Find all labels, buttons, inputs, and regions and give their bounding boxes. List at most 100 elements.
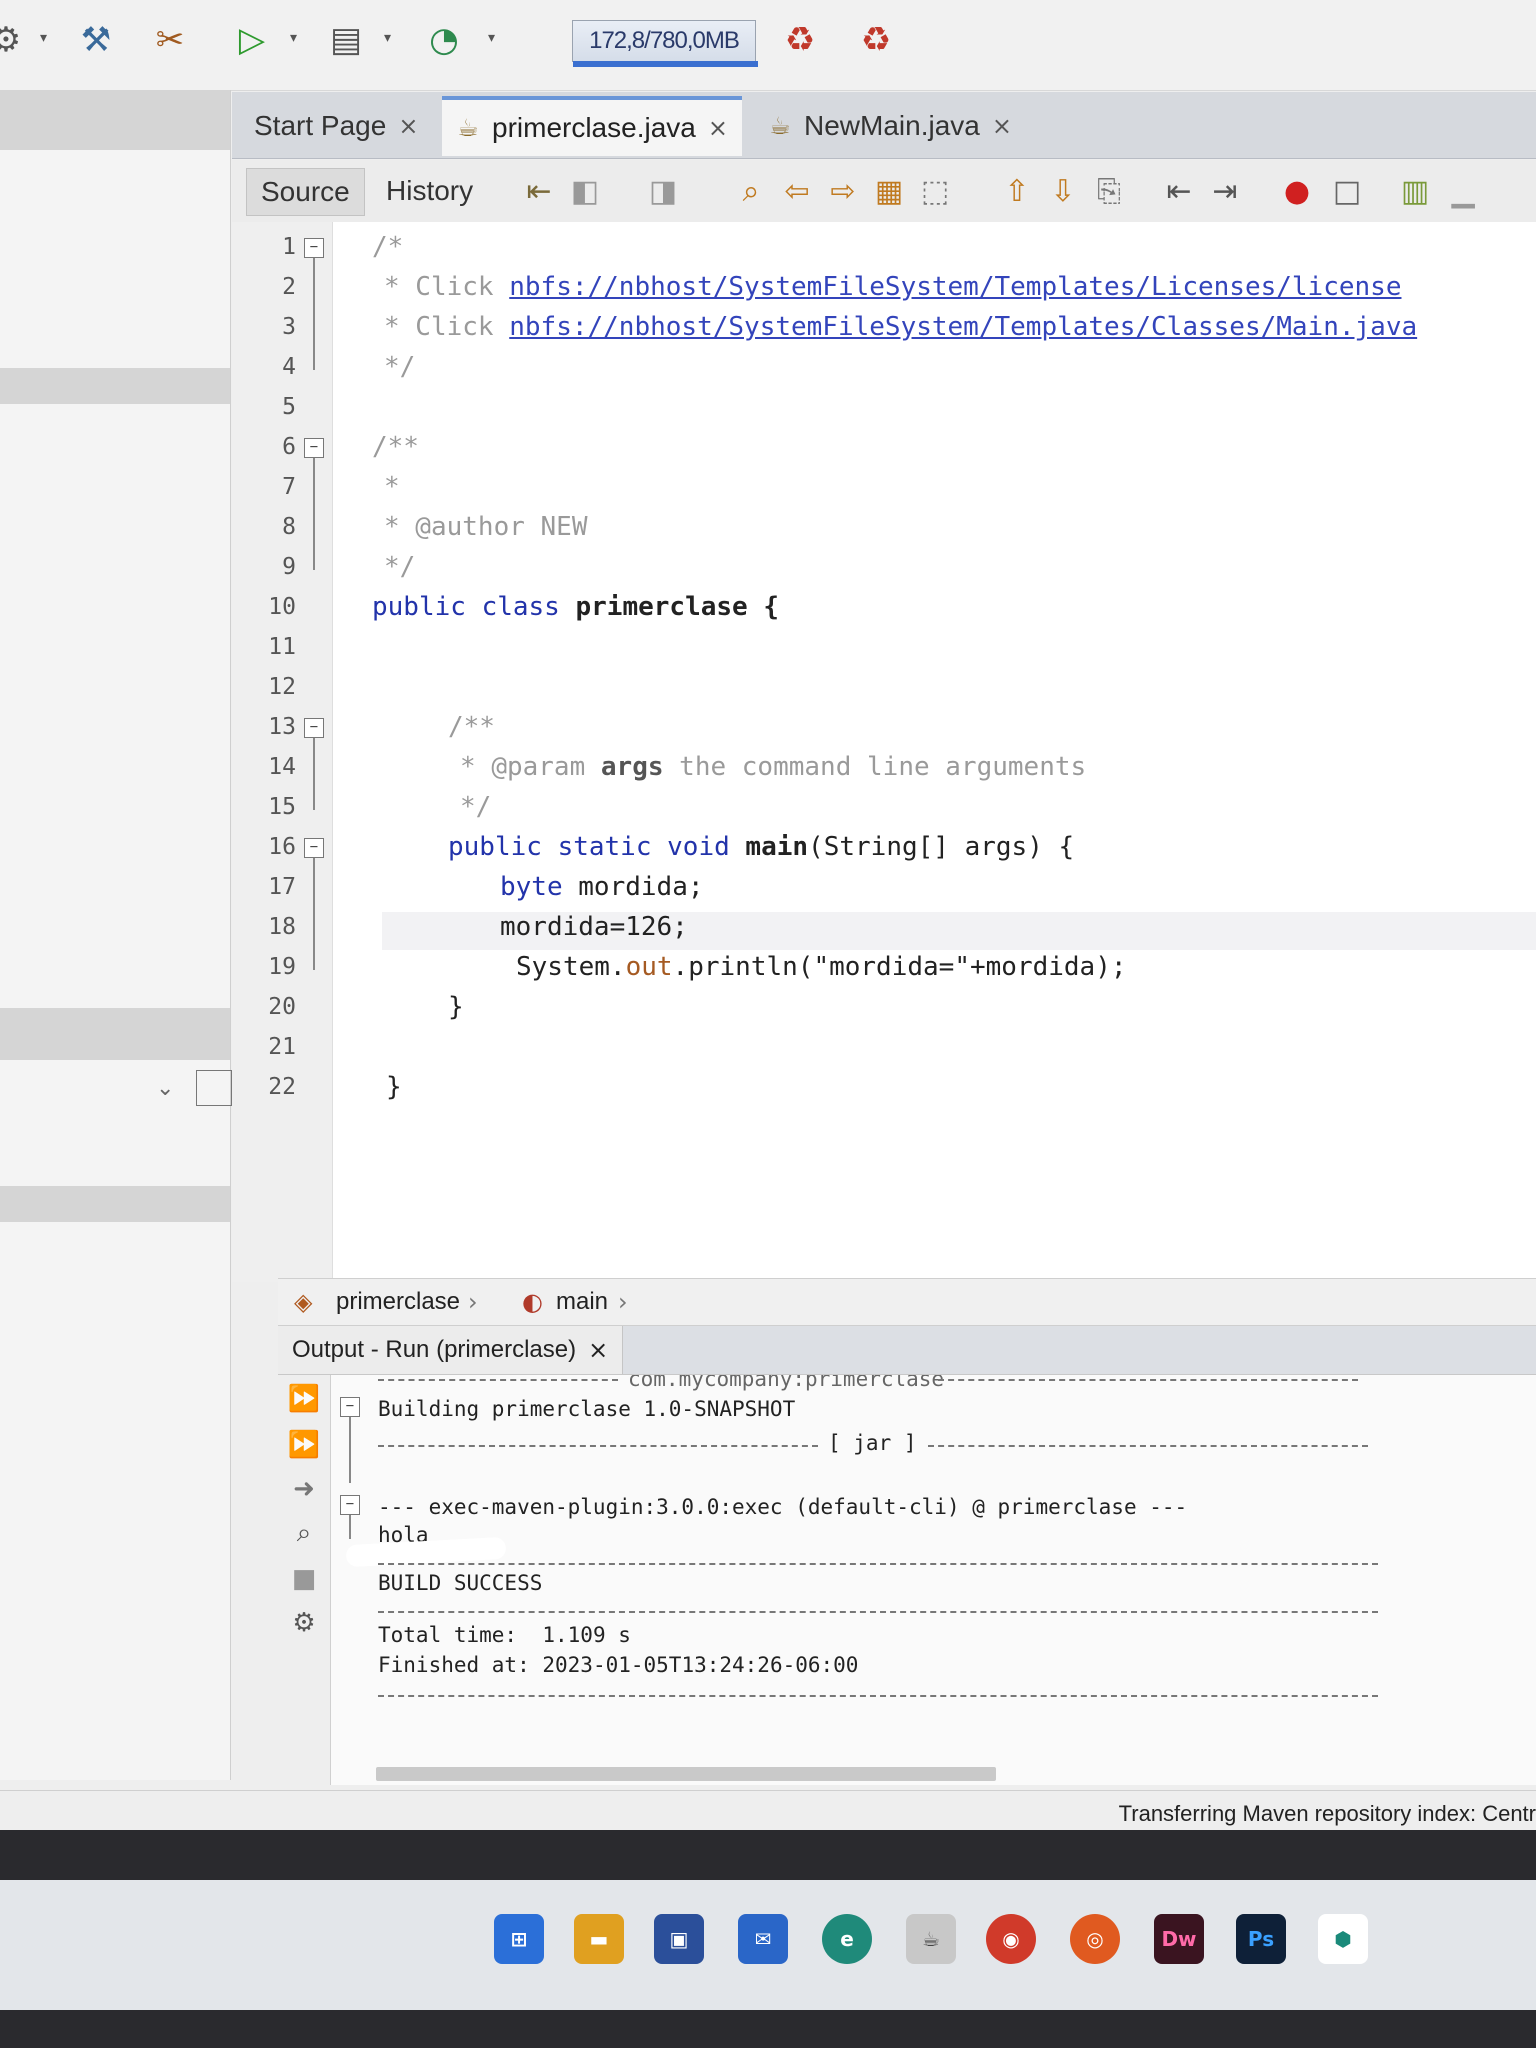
- fold-line: [313, 738, 315, 810]
- line-number: 6: [282, 434, 296, 460]
- toggle-highlight-icon[interactable]: ▦: [870, 172, 908, 210]
- fold-toggle[interactable]: −: [304, 838, 324, 858]
- code-text: +mordida);: [969, 952, 1127, 982]
- output-line: Building primerclase 1.0-SNAPSHOT: [378, 1397, 796, 1421]
- close-icon[interactable]: ×: [992, 112, 1012, 140]
- clean-icon[interactable]: ✂: [146, 16, 194, 64]
- gc2-icon[interactable]: ♻: [852, 16, 900, 64]
- chevron-down-icon[interactable]: ▾: [290, 30, 297, 46]
- settings-icon[interactable]: ⚙: [288, 1607, 320, 1639]
- history-tab[interactable]: History: [372, 168, 487, 214]
- clean-build-icon[interactable]: ⚙: [0, 16, 30, 64]
- fold-toggle[interactable]: −: [304, 718, 324, 738]
- arrow-right-icon[interactable]: ➜: [288, 1473, 320, 1505]
- line-number: 11: [268, 634, 296, 660]
- forward-icon[interactable]: ◨: [644, 172, 682, 210]
- output-tab-label: Output - Run (primerclase): [292, 1336, 577, 1363]
- store-icon[interactable]: ▣: [654, 1914, 704, 1964]
- toggle-bookmark-icon[interactable]: ⎘: [1090, 172, 1128, 210]
- netbeans-file-icon[interactable]: ☕: [906, 1914, 956, 1964]
- chevron-down-icon[interactable]: ⌄: [156, 1076, 174, 1101]
- comment-icon[interactable]: ▥: [1396, 172, 1434, 210]
- build-icon[interactable]: ⚒: [72, 16, 120, 64]
- memory-indicator[interactable]: 172,8/780,0MB: [572, 20, 758, 67]
- separator: [378, 1445, 818, 1447]
- close-icon[interactable]: ×: [398, 112, 418, 140]
- profile-icon[interactable]: ◔: [420, 16, 468, 64]
- line-number: 19: [268, 954, 296, 980]
- separator: [938, 1379, 1358, 1381]
- code-line: * Click nbfs://nbhost/SystemFileSystem/T…: [384, 312, 1417, 342]
- breadcrumb-method[interactable]: main: [556, 1288, 608, 1316]
- comment-text: * Click: [384, 312, 510, 342]
- chrome-icon[interactable]: ◉: [986, 1914, 1036, 1964]
- output-line: [ jar ]: [828, 1431, 917, 1455]
- find-previous-icon[interactable]: ⇦: [778, 172, 816, 210]
- code-text: (String[] args) {: [808, 832, 1075, 862]
- template-link[interactable]: nbfs://nbhost/SystemFileSystem/Templates…: [509, 312, 1417, 342]
- dreamweaver-icon[interactable]: Dw: [1154, 1914, 1204, 1964]
- chevron-down-icon[interactable]: ▾: [488, 30, 495, 46]
- next-bookmark-icon[interactable]: ⇩: [1044, 172, 1082, 210]
- output-panel[interactable]: ⏩ ⏩ ➜ ⌕ ■ ⚙ − − com.mycompany:primerclas…: [278, 1374, 1536, 1785]
- uncomment-icon[interactable]: ▁: [1444, 172, 1482, 210]
- debug-icon[interactable]: ▤: [322, 16, 370, 64]
- stop-icon[interactable]: ■: [288, 1563, 320, 1595]
- code-line: * Click nbfs://nbhost/SystemFileSystem/T…: [384, 272, 1401, 302]
- windows-start-icon[interactable]: ⊞: [494, 1914, 544, 1964]
- tab-primerclase[interactable]: ☕ primerclase.java ×: [442, 96, 742, 156]
- fold-toggle[interactable]: −: [304, 238, 324, 258]
- fold-toggle[interactable]: −: [340, 1495, 360, 1515]
- mail-icon[interactable]: ✉: [738, 1914, 788, 1964]
- search-icon[interactable]: ⌕: [732, 172, 770, 210]
- photoshop-icon[interactable]: Ps: [1236, 1914, 1286, 1964]
- back-icon[interactable]: ◧: [566, 172, 604, 210]
- code-editor[interactable]: 1 2 3 4 5 6 7 8 9 10 11 12 13 14 15 16 1…: [232, 222, 1536, 1282]
- tab-label: Start Page: [254, 110, 387, 141]
- panel-selected-row[interactable]: [0, 368, 230, 404]
- close-icon[interactable]: ×: [588, 1336, 608, 1364]
- navigator-icon[interactable]: [196, 1070, 232, 1106]
- source-label: Source: [261, 176, 350, 207]
- edge-icon[interactable]: e: [822, 1914, 872, 1964]
- rerun-goals-icon[interactable]: ⏩: [288, 1429, 320, 1461]
- stop-macro-icon[interactable]: □: [1328, 172, 1366, 210]
- tab-output-run[interactable]: Output - Run (primerclase) ×: [278, 1326, 624, 1374]
- class-name: primerclase {: [575, 592, 780, 622]
- breadcrumb-class[interactable]: primerclase: [336, 1288, 460, 1316]
- gc-icon[interactable]: ♻: [776, 16, 824, 64]
- code-text: System.: [516, 952, 626, 982]
- fold-toggle[interactable]: −: [340, 1397, 360, 1417]
- license-link[interactable]: nbfs://nbhost/SystemFileSystem/Templates…: [509, 272, 1401, 302]
- line-number: 2: [282, 274, 296, 300]
- record-macro-icon[interactable]: ●: [1278, 172, 1316, 210]
- shift-right-icon[interactable]: ⇥: [1206, 172, 1244, 210]
- close-icon[interactable]: ×: [708, 114, 728, 142]
- shift-left-icon[interactable]: ⇤: [1160, 172, 1198, 210]
- find-next-icon[interactable]: ⇨: [824, 172, 862, 210]
- main-toolbar: ⚙ ▾ ⚒ ✂ ▷ ▾ ▤ ▾ ◔ ▾ 172,8/780,0MB ♻ ♻: [0, 0, 1536, 91]
- last-edit-icon[interactable]: ⇤: [520, 172, 558, 210]
- line-number: 22: [268, 1074, 296, 1100]
- keyword: byte: [500, 872, 579, 902]
- total-time-label: Total time:: [378, 1623, 518, 1647]
- zoom-icon[interactable]: ⌕: [288, 1517, 320, 1549]
- tab-newmain[interactable]: ☕ NewMain.java ×: [754, 96, 1024, 156]
- fold-toggle[interactable]: −: [304, 438, 324, 458]
- horizontal-scrollbar[interactable]: [376, 1767, 996, 1781]
- run-icon[interactable]: ▷: [228, 16, 276, 64]
- browser-icon[interactable]: ◎: [1070, 1914, 1120, 1964]
- line-number: 1: [282, 234, 296, 260]
- rerun-icon[interactable]: ⏩: [288, 1383, 320, 1415]
- prev-bookmark-icon[interactable]: ⇧: [998, 172, 1036, 210]
- tab-start-page[interactable]: Start Page ×: [242, 96, 430, 156]
- line-number: 8: [282, 514, 296, 540]
- chevron-down-icon[interactable]: ▾: [40, 30, 47, 46]
- netbeans-icon[interactable]: ⬢: [1318, 1914, 1368, 1964]
- code-line: * @param args the command line arguments: [460, 752, 1086, 782]
- source-tab[interactable]: Source: [246, 168, 365, 216]
- java-file-icon: ☕: [769, 112, 791, 140]
- chevron-down-icon[interactable]: ▾: [384, 30, 391, 46]
- rect-select-icon[interactable]: ⬚: [916, 172, 954, 210]
- file-explorer-icon[interactable]: ▬: [574, 1914, 624, 1964]
